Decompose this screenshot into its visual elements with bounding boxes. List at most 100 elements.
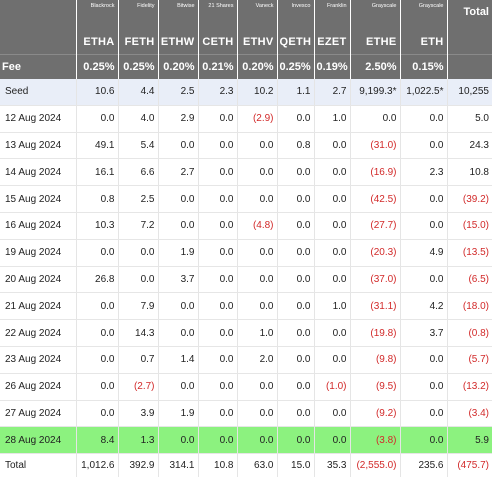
flow-cell: 0.0 (76, 346, 119, 374)
flow-cell: 10.2 (237, 79, 278, 106)
flow-cell: 0.0 (277, 292, 315, 321)
flow-cell: 10.8 (198, 453, 238, 477)
flow-cell: 0.0 (118, 239, 159, 267)
flow-cell: (5.7) (447, 346, 492, 374)
ticker-qeth: QETH (277, 30, 315, 55)
flow-cell: 0.0 (198, 400, 238, 428)
flow-cell: 0.0 (314, 158, 351, 187)
row-label: 26 Aug 2024 (0, 373, 77, 401)
row-label: 21 Aug 2024 (0, 292, 77, 321)
table-row: 12 Aug 2024 0.0 4.0 2.9 0.0 (2.9) 0.0 1.0 0.0 0.0… (0, 105, 492, 133)
flow-cell: 0.0 (158, 319, 199, 347)
issuer-21shares: 21 Shares (198, 0, 238, 30)
flow-cell: 4.9 (400, 239, 448, 267)
total-row: Total 1,012.6 392.9 314.1 10.8 63.0 15.0 35.3 (2… (0, 453, 492, 477)
ticker-ethv: ETHV (237, 30, 278, 55)
highlighted-row: 28 Aug 2024 8.4 1.3 0.0 0.0 0.0 0.0 0.0 (3.8) 0.0… (0, 426, 492, 455)
row-label: 19 Aug 2024 (0, 239, 77, 267)
row-label: Total (0, 453, 77, 477)
flow-cell: 10.8 (447, 158, 492, 187)
flow-cell: 2.5 (158, 79, 199, 106)
flow-cell: (39.2) (447, 185, 492, 213)
flow-cell: 0.0 (400, 132, 448, 160)
fee-label: Fee (0, 54, 77, 79)
flow-cell: 0.0 (314, 212, 351, 240)
flow-cell: 0.0 (314, 185, 351, 213)
flow-cell: 1.0 (237, 319, 278, 347)
flow-cell: 3.9 (118, 400, 159, 428)
flow-cell: 14.3 (118, 319, 159, 347)
flow-cell: 0.0 (158, 212, 199, 240)
flow-cell: 5.9 (447, 426, 492, 455)
flow-cell: (6.5) (447, 266, 492, 294)
flow-cell: 4.4 (118, 79, 159, 106)
flow-cell: 24.3 (447, 132, 492, 160)
flow-cell: 0.0 (237, 266, 278, 294)
row-label: 23 Aug 2024 (0, 346, 77, 374)
flow-cell: 0.0 (237, 292, 278, 321)
flow-cell: (20.3) (350, 239, 401, 267)
flow-cell: 0.0 (237, 132, 278, 160)
flow-cell: 0.0 (158, 292, 199, 321)
flow-cell: 0.8 (277, 132, 315, 160)
ticker-ceth: CETH (198, 30, 238, 55)
flow-cell: 6.6 (118, 158, 159, 187)
flow-cell: 0.0 (277, 212, 315, 240)
flow-cell: 0.0 (314, 132, 351, 160)
table-row: 20 Aug 2024 26.8 0.0 3.7 0.0 0.0 0.0 0.0 (37.0) 0… (0, 266, 492, 294)
flow-cell: 1.3 (118, 426, 159, 455)
flow-cell: 2.7 (314, 79, 351, 106)
flow-cell: 0.0 (400, 426, 448, 455)
fee-ethv: 0.20% (237, 54, 278, 79)
fee-ceth: 0.21% (198, 54, 238, 79)
flow-cell: 0.0 (198, 158, 238, 187)
flow-cell: 0.0 (198, 105, 238, 133)
flow-cell: 2.3 (400, 158, 448, 187)
flow-cell: (13.5) (447, 239, 492, 267)
flow-cell: 0.0 (314, 400, 351, 428)
flow-cell: 235.6 (400, 453, 448, 477)
row-label: 22 Aug 2024 (0, 319, 77, 347)
fee-ethe: 2.50% (350, 54, 401, 79)
row-label: 16 Aug 2024 (0, 212, 77, 240)
flow-cell: 1,022.5* (400, 79, 448, 106)
flow-cell: 0.0 (198, 292, 238, 321)
flow-cell: 0.0 (237, 185, 278, 213)
flow-cell: 0.7 (118, 346, 159, 374)
fee-eth: 0.15% (400, 54, 448, 79)
flow-cell: 0.0 (277, 239, 315, 267)
ticker-total-blank (447, 30, 492, 55)
flow-cell: 0.0 (158, 373, 199, 401)
ticker-eth: ETH (400, 30, 448, 55)
issuer-franklin: Franklin (314, 0, 351, 30)
flow-cell: 0.0 (198, 212, 238, 240)
flow-cell: (31.0) (350, 132, 401, 160)
flow-cell: 0.0 (277, 266, 315, 294)
row-label: 14 Aug 2024 (0, 158, 77, 187)
flow-cell: (9.2) (350, 400, 401, 428)
flow-cell: 0.0 (198, 319, 238, 347)
flow-cell: 0.0 (158, 132, 199, 160)
flow-cell: (3.8) (350, 426, 401, 455)
flow-cell: 0.8 (76, 185, 119, 213)
flow-cell: 0.0 (400, 266, 448, 294)
flow-cell: 0.0 (350, 105, 401, 133)
flow-cell: 0.0 (237, 373, 278, 401)
ticker-header-row: ETHA FETH ETHW CETH ETHV QETH EZET ETHE … (0, 30, 492, 55)
flow-cell: 0.0 (400, 346, 448, 374)
flow-cell: 0.0 (314, 319, 351, 347)
ticker-ezet: EZET (314, 30, 351, 55)
flow-cell: (9.8) (350, 346, 401, 374)
flow-cell: 0.0 (314, 239, 351, 267)
flow-cell: (475.7) (447, 453, 492, 477)
flow-cell: 314.1 (158, 453, 199, 477)
flow-cell: 0.0 (76, 319, 119, 347)
flow-cell: (1.0) (314, 373, 351, 401)
flow-cell: (3.4) (447, 400, 492, 428)
flow-cell: (16.9) (350, 158, 401, 187)
ticker-ethw: ETHW (158, 30, 199, 55)
table-row: 26 Aug 2024 0.0 (2.7) 0.0 0.0 0.0 0.0 (1.0) (9.5… (0, 373, 492, 401)
fee-header-row: Fee 0.25% 0.25% 0.20% 0.21% 0.20% 0.25% … (0, 54, 492, 79)
flow-cell: 9,199.3* (350, 79, 401, 106)
table-row: 14 Aug 2024 16.1 6.6 2.7 0.0 0.0 0.0 0.0 (16.9) 2… (0, 158, 492, 187)
